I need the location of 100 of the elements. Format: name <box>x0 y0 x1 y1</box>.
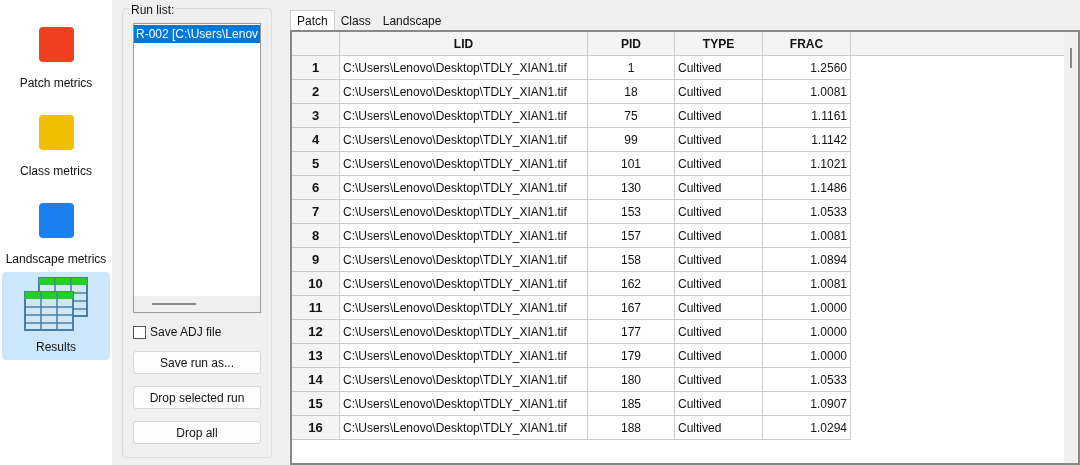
table-cell: 75 <box>588 104 675 128</box>
table-cell: Cultived <box>675 200 763 224</box>
table-cell: 1.0533 <box>763 368 851 392</box>
table-cell: C:\Users\Lenovo\Desktop\TDLY_XIAN1.tif <box>340 224 588 248</box>
table-cell: 18 <box>588 80 675 104</box>
tab[interactable]: Landscape <box>376 12 448 30</box>
table-cell: 157 <box>588 224 675 248</box>
action-button[interactable]: Save run as... <box>133 351 261 374</box>
row-header[interactable]: 5 <box>292 152 340 176</box>
table-cell: 1.0000 <box>763 320 851 344</box>
table-cell: 180 <box>588 368 675 392</box>
table-cell: C:\Users\Lenovo\Desktop\TDLY_XIAN1.tif <box>340 344 588 368</box>
table-cell: Cultived <box>675 368 763 392</box>
table-cell: C:\Users\Lenovo\Desktop\TDLY_XIAN1.tif <box>340 320 588 344</box>
row-header[interactable]: 9 <box>292 248 340 272</box>
run-list-item[interactable]: R-002 [C:\Users\Lenov <box>134 25 260 43</box>
table-cell: Cultived <box>675 320 763 344</box>
sidebar-item[interactable]: Class metrics <box>2 96 110 184</box>
table-cell: 158 <box>588 248 675 272</box>
table-cell: Cultived <box>675 392 763 416</box>
row-header[interactable]: 6 <box>292 176 340 200</box>
column-header[interactable]: LID <box>340 32 588 56</box>
table-cell: 1 <box>588 56 675 80</box>
table-cell: 130 <box>588 176 675 200</box>
row-header[interactable]: 8 <box>292 224 340 248</box>
table-cell: 1.0894 <box>763 248 851 272</box>
sidebar-item[interactable]: Results <box>2 272 110 360</box>
table-cell: 1.0081 <box>763 272 851 296</box>
table-cell: C:\Users\Lenovo\Desktop\TDLY_XIAN1.tif <box>340 272 588 296</box>
table-cell: 1.0294 <box>763 416 851 440</box>
table-cell: 179 <box>588 344 675 368</box>
table-cell: Cultived <box>675 224 763 248</box>
table-cell: 1.0081 <box>763 224 851 248</box>
table-cell: 1.1161 <box>763 104 851 128</box>
row-header[interactable]: 11 <box>292 296 340 320</box>
table-cell: Cultived <box>675 344 763 368</box>
table-cell: 1.1142 <box>763 128 851 152</box>
table-cell: C:\Users\Lenovo\Desktop\TDLY_XIAN1.tif <box>340 392 588 416</box>
row-header[interactable]: 14 <box>292 368 340 392</box>
table-cell: C:\Users\Lenovo\Desktop\TDLY_XIAN1.tif <box>340 104 588 128</box>
table-cell: C:\Users\Lenovo\Desktop\TDLY_XIAN1.tif <box>340 416 588 440</box>
sidebar-item[interactable]: Patch metrics <box>2 8 110 96</box>
row-header[interactable]: 4 <box>292 128 340 152</box>
action-button[interactable]: Drop selected run <box>133 386 261 409</box>
table-cell: Cultived <box>675 296 763 320</box>
table-cell: 101 <box>588 152 675 176</box>
table-cell: C:\Users\Lenovo\Desktop\TDLY_XIAN1.tif <box>340 368 588 392</box>
table-cell: 185 <box>588 392 675 416</box>
table-cell: 1.0907 <box>763 392 851 416</box>
row-header[interactable]: 13 <box>292 344 340 368</box>
row-header[interactable]: 3 <box>292 104 340 128</box>
table-cell: Cultived <box>675 104 763 128</box>
table-cell: C:\Users\Lenovo\Desktop\TDLY_XIAN1.tif <box>340 248 588 272</box>
table-cell: 99 <box>588 128 675 152</box>
column-header[interactable]: PID <box>588 32 675 56</box>
column-header[interactable]: TYPE <box>675 32 763 56</box>
table-cell: 153 <box>588 200 675 224</box>
table-cell: 1.1486 <box>763 176 851 200</box>
square-icon <box>38 27 74 62</box>
table-cell: Cultived <box>675 176 763 200</box>
tab[interactable]: Patch <box>290 10 335 30</box>
table-cell: Cultived <box>675 128 763 152</box>
square-icon <box>38 203 74 238</box>
table-cell: Cultived <box>675 248 763 272</box>
table-cell: C:\Users\Lenovo\Desktop\TDLY_XIAN1.tif <box>340 80 588 104</box>
table-cell: C:\Users\Lenovo\Desktop\TDLY_XIAN1.tif <box>340 296 588 320</box>
table-cell: 1.0000 <box>763 344 851 368</box>
row-header[interactable]: 7 <box>292 200 340 224</box>
row-header[interactable]: 2 <box>292 80 340 104</box>
row-header[interactable]: 10 <box>292 272 340 296</box>
table-cell: C:\Users\Lenovo\Desktop\TDLY_XIAN1.tif <box>340 176 588 200</box>
table-cell: Cultived <box>675 56 763 80</box>
table-cell: 167 <box>588 296 675 320</box>
table-cell: Cultived <box>675 416 763 440</box>
table-cell: C:\Users\Lenovo\Desktop\TDLY_XIAN1.tif <box>340 200 588 224</box>
vertical-scrollbar[interactable] <box>1064 32 1078 463</box>
table-cell: 1.2560 <box>763 56 851 80</box>
table-cell: 1.0081 <box>763 80 851 104</box>
table-cell: 1.0000 <box>763 296 851 320</box>
scrollbar[interactable] <box>134 296 260 312</box>
row-header[interactable]: 16 <box>292 416 340 440</box>
row-header[interactable]: 15 <box>292 392 340 416</box>
table-cell: C:\Users\Lenovo\Desktop\TDLY_XIAN1.tif <box>340 152 588 176</box>
table-cell: Cultived <box>675 272 763 296</box>
table-cell: C:\Users\Lenovo\Desktop\TDLY_XIAN1.tif <box>340 128 588 152</box>
table-cell: Cultived <box>675 80 763 104</box>
table-cell: 188 <box>588 416 675 440</box>
tables-icon <box>23 276 89 334</box>
action-button[interactable]: Drop all <box>133 421 261 444</box>
table-cell: 1.0533 <box>763 200 851 224</box>
table-cell: C:\Users\Lenovo\Desktop\TDLY_XIAN1.tif <box>340 56 588 80</box>
row-header[interactable]: 12 <box>292 320 340 344</box>
tab[interactable]: Class <box>334 12 377 30</box>
sidebar-item[interactable]: Landscape metrics <box>2 184 110 272</box>
checkbox[interactable] <box>133 325 146 339</box>
table-cell: 162 <box>588 272 675 296</box>
table-cell: Cultived <box>675 152 763 176</box>
table-cell: 177 <box>588 320 675 344</box>
row-header[interactable]: 1 <box>292 56 340 80</box>
checkbox-label: Save ADJ file <box>150 324 222 341</box>
